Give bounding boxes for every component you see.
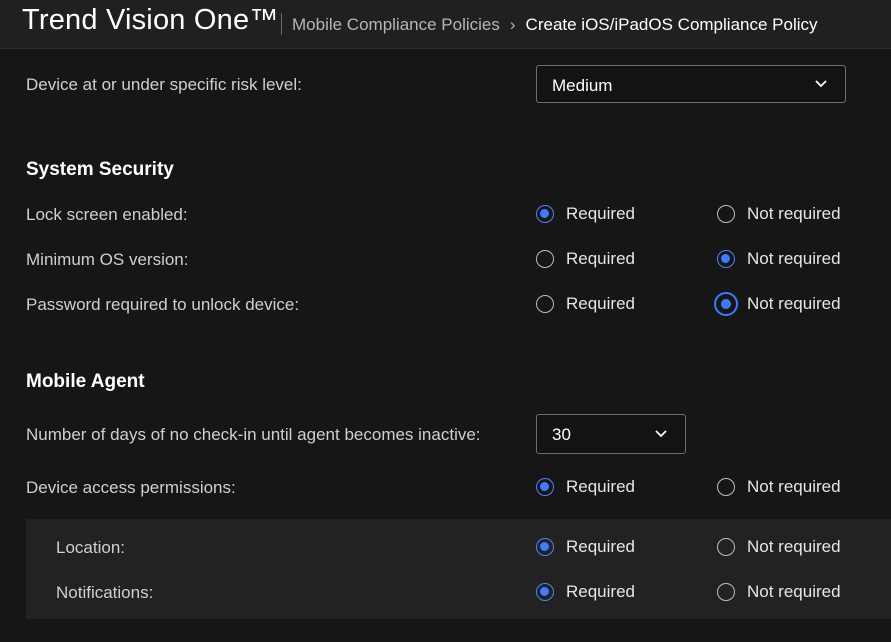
radio-label: Not required <box>747 537 841 556</box>
risk-level-select[interactable]: Medium <box>536 65 846 103</box>
radio-unselected-icon <box>717 538 735 556</box>
radio-selected-icon <box>536 538 554 556</box>
location-label: Location: <box>56 538 125 557</box>
radio-selected-icon <box>714 292 738 316</box>
chevron-down-icon <box>815 80 827 88</box>
breadcrumb-chevron-icon: › <box>509 15 516 34</box>
radio-unselected-icon <box>717 583 735 601</box>
radio-label: Required <box>566 249 635 268</box>
radio-unselected-icon <box>717 205 735 223</box>
radio-unselected-icon <box>717 478 735 496</box>
notifications-label: Notifications: <box>56 583 154 602</box>
radio-selected-icon <box>536 205 554 223</box>
risk-level-label: Device at or under specific risk level: <box>26 75 302 94</box>
radio-label: Required <box>566 582 635 601</box>
breadcrumb-current: Create iOS/iPadOS Compliance Policy <box>525 15 818 34</box>
radio-label: Not required <box>747 582 841 601</box>
minimum-os-label: Minimum OS version: <box>26 250 189 269</box>
top-bar: Trend Vision One™ Mobile Compliance Poli… <box>0 0 891 49</box>
breadcrumb: Mobile Compliance Policies › Create iOS/iP… <box>292 15 818 35</box>
radio-label: Not required <box>747 204 841 223</box>
inactive-days-select[interactable]: 30 <box>536 414 686 454</box>
radio-label: Required <box>566 537 635 556</box>
lock-screen-label: Lock screen enabled: <box>26 205 188 224</box>
device-access-label: Device access permissions: <box>26 478 236 497</box>
risk-level-value: Medium <box>552 76 613 95</box>
chevron-down-icon <box>655 430 667 438</box>
radio-selected-icon <box>536 478 554 496</box>
radio-label: Not required <box>747 477 841 496</box>
radio-label: Required <box>566 477 635 496</box>
permissions-subpanel <box>26 519 891 619</box>
header-divider <box>281 13 282 35</box>
radio-selected-icon <box>717 250 735 268</box>
inactive-days-value: 30 <box>552 425 571 444</box>
radio-unselected-icon <box>536 250 554 268</box>
inactive-days-label: Number of days of no check-in until agen… <box>26 425 481 444</box>
radio-label: Required <box>566 294 635 313</box>
radio-label: Required <box>566 204 635 223</box>
radio-label: Not required <box>747 294 841 313</box>
password-label: Password required to unlock device: <box>26 295 300 314</box>
radio-label: Not required <box>747 249 841 268</box>
brand-title: Trend Vision One™ <box>22 4 279 36</box>
radio-selected-icon <box>536 583 554 601</box>
mobile-agent-heading: Mobile Agent <box>26 371 145 392</box>
system-security-heading: System Security <box>26 159 174 180</box>
radio-unselected-icon <box>536 295 554 313</box>
breadcrumb-link-policies[interactable]: Mobile Compliance Policies <box>292 15 500 34</box>
